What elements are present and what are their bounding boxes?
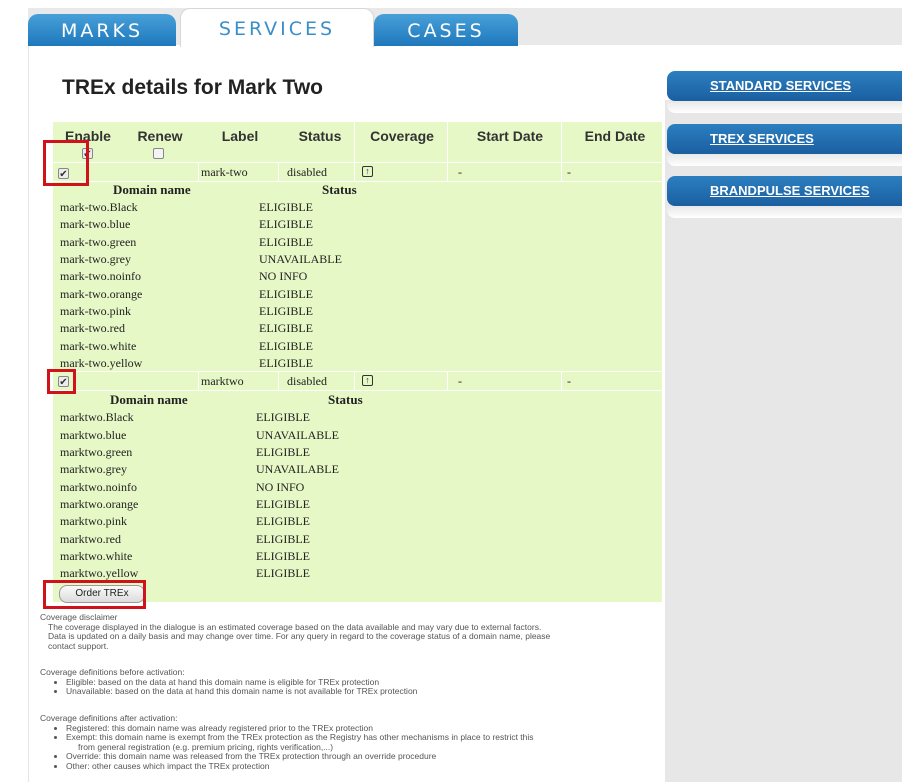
definitions-after: Coverage definitions after activation: R… xyxy=(40,713,534,772)
column-divider xyxy=(447,371,448,391)
column-divider xyxy=(447,122,448,182)
domain-status: ELIGIBLE xyxy=(259,339,313,353)
domain-name: mark-two.pink xyxy=(60,304,131,318)
column-divider xyxy=(198,371,199,391)
button-shadow xyxy=(667,154,902,166)
tab-services[interactable]: SERVICES xyxy=(180,8,374,47)
button-shadow xyxy=(667,101,902,113)
domain-name: mark-two.Black xyxy=(60,200,138,214)
domain-name: marktwo.yellow xyxy=(60,566,139,580)
column-divider xyxy=(354,371,355,391)
domain-status: ELIGIBLE xyxy=(259,235,313,249)
top-strip xyxy=(0,0,902,8)
domain-status: ELIGIBLE xyxy=(256,497,310,511)
header-status: Status xyxy=(298,128,342,144)
domain-status: ELIGIBLE xyxy=(259,304,313,318)
highlight-box xyxy=(43,140,89,186)
brandpulse-services-button[interactable]: BRANDPULSE SERVICES xyxy=(667,176,902,206)
header-renew: Renew xyxy=(137,128,183,144)
label-cell: mark-two xyxy=(201,165,248,179)
domain-status: UNAVAILABLE xyxy=(256,428,339,442)
end-date-cell: - xyxy=(567,165,571,179)
header-start-date: Start Date xyxy=(476,128,544,144)
domain-name: mark-two.red xyxy=(60,321,125,335)
definitions-before: Coverage definitions before activation: … xyxy=(40,667,417,697)
domain-status: NO INFO xyxy=(259,269,308,283)
domain-name: marktwo.green xyxy=(60,445,133,459)
header-end-date: End Date xyxy=(584,128,646,144)
column-divider xyxy=(278,162,279,182)
disclaimer-line: Data is updated on a daily basis and may… xyxy=(48,631,551,642)
domain-status: ELIGIBLE xyxy=(259,287,313,301)
coverage-icon[interactable]: ↑ xyxy=(362,375,373,386)
column-divider xyxy=(198,162,199,182)
coverage-disclaimer: Coverage disclaimer The coverage display… xyxy=(40,612,551,651)
domain-status: ELIGIBLE xyxy=(256,532,310,546)
column-divider xyxy=(354,122,355,182)
definition-item: Other: other causes which impact the TRE… xyxy=(66,761,534,772)
domain-name: mark-two.noinfo xyxy=(60,269,141,283)
column-divider xyxy=(561,371,562,391)
domain-status: ELIGIBLE xyxy=(256,566,310,580)
domain-status-header: Status xyxy=(328,392,363,407)
label-cell: marktwo xyxy=(201,374,244,388)
domain-name: marktwo.pink xyxy=(60,514,127,528)
domain-status: UNAVAILABLE xyxy=(256,462,339,476)
tab-cases[interactable]: CASES xyxy=(374,14,518,46)
start-date-cell: - xyxy=(458,374,462,388)
highlight-box xyxy=(43,580,146,609)
header-label: Label xyxy=(221,128,259,144)
disclaimer-line: contact support. xyxy=(48,640,109,651)
domain-status: ELIGIBLE xyxy=(259,200,313,214)
highlight-box xyxy=(47,369,76,394)
column-divider xyxy=(561,122,562,182)
header-coverage: Coverage xyxy=(370,128,434,144)
domain-status: ELIGIBLE xyxy=(259,217,313,231)
domain-name: mark-two.grey xyxy=(60,252,131,266)
domain-name: marktwo.red xyxy=(60,532,121,546)
domain-status: ELIGIBLE xyxy=(259,356,313,370)
domain-status: ELIGIBLE xyxy=(259,321,313,335)
end-date-cell: - xyxy=(567,374,571,388)
coverage-icon[interactable]: ↑ xyxy=(362,166,373,177)
domain-name: marktwo.white xyxy=(60,549,133,563)
domain-name: mark-two.white xyxy=(60,339,137,353)
column-divider xyxy=(278,371,279,391)
domain-name: mark-two.blue xyxy=(60,217,131,231)
page-title: TREx details for Mark Two xyxy=(62,76,323,99)
domain-name: marktwo.grey xyxy=(60,462,127,476)
domain-status: ELIGIBLE xyxy=(256,514,310,528)
domain-name-header: Domain name xyxy=(110,392,188,407)
domain-status: ELIGIBLE xyxy=(256,445,310,459)
domain-name: marktwo.Black xyxy=(60,410,134,424)
domain-status-header: Status xyxy=(322,182,357,197)
domain-status: NO INFO xyxy=(256,480,305,494)
domain-status: ELIGIBLE xyxy=(256,410,310,424)
button-shadow xyxy=(667,206,902,218)
domain-name: mark-two.green xyxy=(60,235,137,249)
domain-name: mark-two.orange xyxy=(60,287,143,301)
status-cell: disabled xyxy=(287,165,327,179)
domain-name-header: Domain name xyxy=(113,182,191,197)
domain-name: marktwo.noinfo xyxy=(60,480,137,494)
start-date-cell: - xyxy=(458,165,462,179)
divider xyxy=(28,45,29,782)
renew-all-checkbox[interactable] xyxy=(153,148,164,159)
domain-status: UNAVAILABLE xyxy=(259,252,342,266)
domain-name: marktwo.orange xyxy=(60,497,139,511)
definition-item: Unavailable: based on the data at hand t… xyxy=(66,687,417,697)
trex-services-button[interactable]: TREX SERVICES xyxy=(667,124,902,154)
tab-marks[interactable]: MARKS xyxy=(28,14,176,46)
standard-services-button[interactable]: STANDARD SERVICES xyxy=(667,71,902,101)
domain-status: ELIGIBLE xyxy=(256,549,310,563)
domain-name: marktwo.blue xyxy=(60,428,127,442)
status-cell: disabled xyxy=(287,374,327,388)
